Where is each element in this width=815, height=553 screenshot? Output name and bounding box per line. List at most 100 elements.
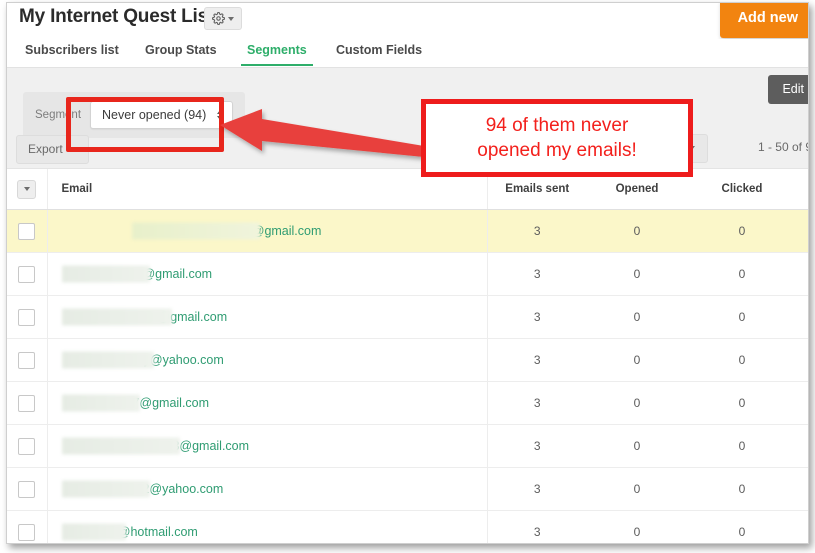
email-visible-text: 33@gmail.com [165, 439, 250, 453]
row-checkbox[interactable] [18, 394, 36, 412]
updown-arrows-icon [217, 110, 224, 120]
row-checkbox[interactable] [18, 351, 36, 369]
chevron-down-icon [228, 16, 234, 21]
email-visible-text: @gmail.com [157, 310, 228, 324]
table-row[interactable]: 02@yahoo.com3002017-02-09 [7, 467, 808, 511]
table-body: s@gmail.com3002017-02-09e@gmail.com30020… [7, 209, 808, 543]
export-button[interactable]: Export [16, 135, 89, 164]
table-header-row: Email Emails sent Opened Clicked Subscri… [7, 169, 808, 210]
cell-subscribed: 2017-02-09 [797, 510, 808, 543]
cell-clicked: 0 [687, 209, 797, 253]
email-address: 47@gmail.com [61, 394, 209, 412]
edit-segment-button[interactable]: Edit [768, 75, 808, 104]
cell-emails-sent: 3 [486, 381, 587, 425]
application-window: My Internet Quest List Add new Subscribe… [6, 2, 809, 544]
row-checkbox[interactable] [18, 523, 36, 541]
table-row[interactable]: 33@gmail.com3002017-02-09 [7, 424, 808, 468]
row-checkbox[interactable] [18, 222, 36, 240]
export-button-label: Export [28, 142, 63, 156]
cell-subscribed: 2017-02-09 [797, 252, 808, 296]
chevron-down-icon [689, 146, 695, 150]
row-checkbox[interactable] [18, 480, 36, 498]
cell-emails-sent: 3 [486, 252, 587, 296]
segment-filter-group: Segment Never opened (94) [23, 92, 246, 138]
row-checkbox[interactable] [18, 265, 36, 283]
tab-segments[interactable]: Segments [241, 39, 313, 66]
table-row[interactable]: ry@yahoo.com3002017-02-09 [7, 338, 808, 382]
cell-opened: 0 [587, 381, 687, 425]
cell-opened: 0 [587, 295, 687, 339]
cell-subscribed: 2017-02-09 [797, 467, 808, 511]
title-bar: My Internet Quest List Add new [7, 3, 808, 39]
list-settings-button[interactable] [204, 7, 242, 30]
row-checkbox[interactable] [18, 308, 36, 326]
cell-subscribed: 2017-02-09 [797, 295, 808, 339]
email-visible-text: it@hotmail.com [111, 525, 198, 539]
tab-group-stats[interactable]: Group Stats [145, 39, 217, 66]
column-header-subscribed[interactable]: Subscribed [797, 169, 808, 210]
row-checkbox[interactable] [18, 437, 36, 455]
table-row[interactable]: e@gmail.com3002017-02-09 [7, 252, 808, 296]
chevron-down-icon [23, 187, 30, 191]
columns-button-label: Columns [635, 141, 683, 155]
cell-email[interactable]: 33@gmail.com [46, 424, 487, 468]
chevron-down-icon [68, 147, 75, 151]
cell-subscribed: 2017-02-09 [797, 209, 808, 253]
column-header-emails-sent[interactable]: Emails sent [486, 169, 587, 210]
select-all-header [7, 169, 47, 210]
table-row[interactable]: 47@gmail.com3002017-02-09 [7, 381, 808, 425]
segment-select-value: Never opened (94) [102, 108, 207, 122]
cell-emails-sent: 3 [486, 295, 587, 339]
cell-clicked: 0 [687, 467, 797, 511]
cell-clicked: 0 [687, 381, 797, 425]
cell-clicked: 0 [687, 424, 797, 468]
cell-emails-sent: 3 [486, 510, 587, 543]
table-row[interactable]: s@gmail.com3002017-02-09 [7, 209, 808, 253]
cell-email[interactable]: ry@yahoo.com [46, 338, 487, 382]
cell-email[interactable]: s@gmail.com [46, 209, 487, 253]
cell-emails-sent: 3 [486, 424, 587, 468]
column-header-clicked[interactable]: Clicked [687, 169, 797, 210]
cell-emails-sent: 3 [486, 467, 587, 511]
email-visible-text: 02@yahoo.com [135, 482, 224, 496]
email-address: ry@yahoo.com [61, 351, 224, 369]
email-address: e@gmail.com [61, 265, 212, 283]
pagination-info: 1 - 50 of 9 [757, 140, 809, 154]
tab-custom-fields[interactable]: Custom Fields [336, 39, 422, 66]
cell-clicked: 0 [687, 338, 797, 382]
cell-email[interactable]: 47@gmail.com [46, 381, 487, 425]
select-all-dropdown[interactable] [17, 179, 37, 199]
page-title: My Internet Quest List [19, 6, 215, 27]
cell-opened: 0 [587, 510, 687, 543]
cell-email[interactable]: @gmail.com [46, 295, 487, 339]
row-checkbox-cell [7, 252, 47, 296]
email-visible-text: ry@yahoo.com [139, 353, 224, 367]
column-header-opened[interactable]: Opened [587, 169, 687, 210]
table-row[interactable]: @gmail.com3002017-02-09 [7, 295, 808, 339]
email-address: it@hotmail.com [61, 523, 198, 541]
columns-button[interactable]: Columns [623, 134, 708, 163]
cell-opened: 0 [587, 209, 687, 253]
cell-clicked: 0 [687, 510, 797, 543]
email-address: 33@gmail.com [61, 437, 250, 455]
cell-opened: 0 [587, 338, 687, 382]
cell-emails-sent: 3 [486, 209, 587, 253]
email-address: 02@yahoo.com [61, 480, 224, 498]
add-new-button[interactable]: Add new [719, 3, 808, 38]
tab-subscribers-list[interactable]: Subscribers list [25, 39, 119, 66]
cell-email[interactable]: 02@yahoo.com [46, 467, 487, 511]
column-header-email[interactable]: Email [46, 169, 487, 210]
cell-email[interactable]: e@gmail.com [46, 252, 487, 296]
row-checkbox-cell [7, 338, 47, 382]
tab-bar: Subscribers list Group Stats Segments Cu… [7, 39, 808, 68]
gear-icon [212, 12, 225, 25]
subscribers-table: Email Emails sent Opened Clicked Subscri… [7, 169, 808, 543]
cell-email[interactable]: it@hotmail.com [46, 510, 487, 543]
email-address: s@gmail.com [62, 222, 321, 240]
row-checkbox-cell [7, 295, 47, 339]
segment-select[interactable]: Never opened (94) [90, 101, 234, 129]
cell-emails-sent: 3 [486, 338, 587, 382]
table-row[interactable]: it@hotmail.com3002017-02-09 [7, 510, 808, 543]
cell-opened: 0 [587, 467, 687, 511]
row-checkbox-cell [7, 467, 47, 511]
